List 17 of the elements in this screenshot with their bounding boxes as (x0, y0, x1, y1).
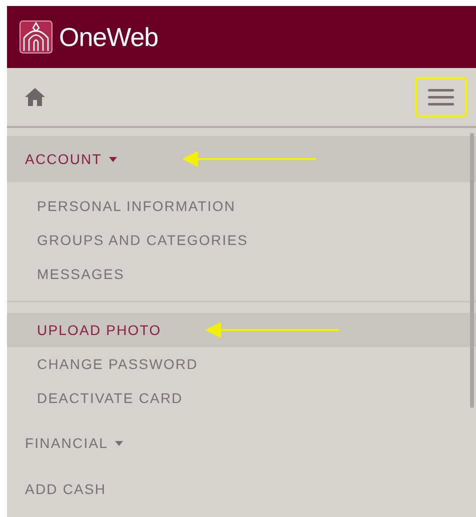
home-icon[interactable] (25, 88, 45, 106)
submenu-item[interactable]: DEACTIVATE CARD (37, 390, 183, 406)
menu-button[interactable] (415, 77, 467, 117)
submenu-item[interactable]: UPLOAD PHOTO (37, 322, 162, 338)
menu-icon (428, 88, 454, 106)
scrollbar[interactable] (470, 133, 474, 408)
submenu-item[interactable]: CHANGE PASSWORD (37, 356, 198, 372)
menu-section[interactable]: FINANCIAL (25, 435, 124, 451)
caret-icon (108, 156, 117, 162)
logo-icon (19, 20, 53, 54)
logo-text: OneWeb (59, 22, 158, 52)
submenu-item[interactable]: GROUPS AND CATEGORIES (37, 232, 248, 248)
menu-item[interactable]: ADD CASH (25, 481, 106, 497)
menu-section[interactable]: ACCOUNT (25, 151, 117, 167)
submenu-item[interactable]: PERSONAL INFORMATION (37, 198, 236, 214)
submenu-item[interactable]: MESSAGES (37, 266, 124, 282)
caret-icon (115, 440, 124, 446)
